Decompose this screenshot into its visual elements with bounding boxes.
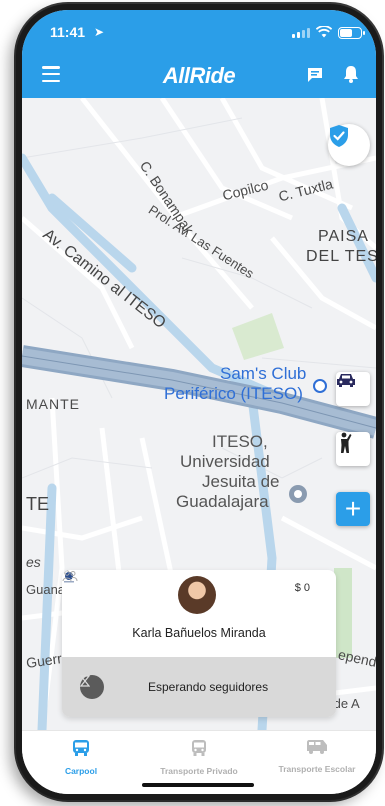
- passengers-icon: [62, 570, 78, 582]
- safety-shield-button[interactable]: [328, 124, 370, 166]
- tab-label: Carpool: [64, 766, 98, 776]
- car-icon: [337, 374, 355, 387]
- wifi-icon: [316, 26, 332, 38]
- map-label-poi: Guadalajara: [176, 492, 269, 511]
- map-label-poi: Periférico (ITESO): [164, 384, 303, 403]
- trip-status-bar: Esperando seguidores: [62, 657, 336, 717]
- location-arrow-icon: ➤: [94, 25, 105, 39]
- tab-transporte-privado[interactable]: Transporte Privado: [140, 739, 258, 776]
- app-bar: AllRide: [22, 58, 376, 94]
- app-screen: 11:41 ➤ AllRide C. Bonampak Copilco C. T…: [22, 10, 376, 794]
- tab-label: Transporte Privado: [160, 766, 238, 776]
- pedestrian-mode-button[interactable]: [336, 432, 370, 466]
- map-label: TE: [26, 494, 50, 514]
- message-icon[interactable]: [306, 66, 324, 84]
- map-label: es: [26, 554, 41, 570]
- map-label-poi: Universidad: [180, 452, 270, 471]
- map-label-poi: Sam's Club: [220, 364, 307, 383]
- add-trip-button[interactable]: +: [336, 492, 370, 526]
- tab-label: Transporte Escolar: [278, 764, 356, 774]
- battery-icon: [338, 27, 365, 39]
- map-label-poi: ITESO,: [212, 432, 268, 451]
- trip-status-text: Esperando seguidores: [148, 680, 269, 694]
- hourglass-icon: [80, 675, 104, 699]
- driver-avatar: [178, 576, 216, 614]
- trip-card[interactable]: $ 0 Karla Bañuelos Miranda Esperando seg…: [62, 570, 336, 717]
- map-view[interactable]: C. Bonampak Copilco C. Tuxtla Prol. Av. …: [22, 98, 376, 730]
- tab-carpool[interactable]: Carpool: [22, 739, 140, 776]
- status-bar: 11:41 ➤: [22, 24, 376, 44]
- shield-icon: [330, 125, 348, 147]
- phone-frame: 11:41 ➤ AllRide C. Bonampak Copilco C. T…: [16, 4, 382, 800]
- driver-name: Karla Bañuelos Miranda: [132, 626, 266, 640]
- signal-icon: [292, 28, 310, 38]
- bottom-tab-bar: Carpool Transporte Privado Transporte Es…: [22, 730, 376, 794]
- bell-icon[interactable]: [342, 64, 360, 84]
- map-label-poi: Jesuita de: [202, 472, 280, 491]
- person-hailing-icon: [341, 432, 352, 453]
- status-time: 11:41: [50, 24, 86, 40]
- bus-icon: [73, 740, 89, 756]
- car-mode-button[interactable]: [336, 372, 370, 406]
- van-icon: [307, 740, 327, 754]
- trip-price: $ 0: [294, 582, 310, 594]
- map-label: DEL TES: [306, 248, 376, 265]
- map-label: Guana: [26, 582, 66, 597]
- map-label: PAISA: [318, 228, 369, 245]
- app-header: 11:41 ➤ AllRide: [22, 10, 376, 98]
- bus-icon: [192, 740, 206, 756]
- tab-transporte-escolar[interactable]: Transporte Escolar: [258, 739, 376, 774]
- map-label: MANTE: [26, 396, 80, 412]
- home-indicator: [142, 783, 254, 787]
